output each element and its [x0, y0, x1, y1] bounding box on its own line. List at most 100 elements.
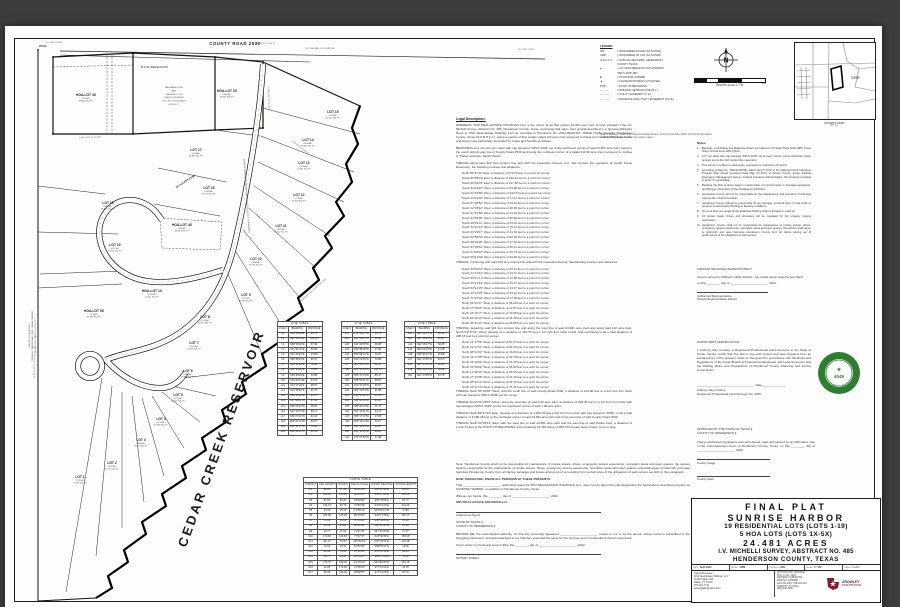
legend-row: — - - —= DRAINAGE AND UTILITY EASEMENT (… [600, 98, 732, 101]
lot-sqft: 36,122 SQ. FT. [274, 232, 288, 234]
water-district-block: TARRANT REGIONAL WATER DISTRICTArea is s… [697, 268, 811, 302]
scale-caption: GRAPHIC SCALE 1" = 60' [694, 85, 766, 87]
lot-label: HOA-LOT 5X [84, 309, 105, 313]
legend-row: — ·· —= BUILDING SETBACK LINE (B.L.) [600, 89, 732, 92]
cedar-creek-reservoir-label: CEDAR CREEK RESERVOIR [175, 328, 268, 549]
metes-bounds-call: South 40°29'47" West, a distance of 41.1… [462, 230, 632, 234]
note-text: Henderson County will not be responsible… [702, 202, 811, 209]
lot-sqft: 43,734 SQ. FT. [105, 469, 119, 471]
lot-label: HOA-LOT 2X [217, 89, 238, 93]
lot-sqft: 38,463 SQ. FT. [220, 97, 234, 99]
note-item: 4.According to Map No. 48213C0070E, date… [697, 169, 811, 183]
scale-tick: 120 [762, 83, 766, 85]
paragraph: That ______________________, authorized … [456, 483, 690, 491]
title-block-line: 24.481 ACRES [694, 539, 878, 549]
cell-label: Date [693, 566, 698, 569]
legend-symbol [600, 72, 617, 75]
table-cell: 28°48'55" [350, 571, 370, 576]
adjoining-owner-text: DOC. NO. 2015-0003670 [162, 101, 186, 103]
metes-bounds-call: North 27°13'58" West, a distance of 44.3… [462, 375, 632, 379]
lot-label: LOT 9 [241, 293, 251, 297]
table-row: C1765.38'130.00'28°48'55"S73°14'25"E63.7… [304, 571, 418, 576]
note-item: 6.Henderson County will not be responsib… [697, 193, 811, 200]
line-table-1: LINE TABLELINE #BEARINGDISTANCEL1S04°08'… [277, 321, 323, 436]
lot-sqft: 40,687 SQ. FT. [189, 156, 203, 158]
metes-bounds-call: South 38°42'12" West, a distance of 54.1… [462, 221, 632, 225]
metes-bounds-call: South 62°02'58" West, a distance of 132.… [462, 191, 632, 195]
paragraph: __________________________________ Date_… [697, 383, 811, 387]
metes-bounds-call: South 27°13'58" West, a distance of 44.3… [462, 211, 632, 215]
dedication-column: Note: Henderson County shall not be resp… [456, 462, 690, 560]
bearing-distance-label: S 89°37'44" E 665.41' [254, 43, 276, 45]
note-text: Henderson County will not be responsible… [702, 193, 811, 200]
metes-bounds-call: South 43°19'02" West, a distance of 74.2… [462, 196, 632, 200]
cell-label: Scale [806, 566, 812, 569]
metes-bounds-call: North 45°31'41" West, a distance of 26.8… [462, 321, 632, 325]
metes-bounds-call: South 71°27'32" West, a distance of 27.9… [462, 296, 632, 300]
note-item: 2.1/2" iron rebar with cap stamped "RPLS… [697, 155, 811, 162]
paragraph: THENCE North 89°37'44" East, passing at … [456, 411, 632, 419]
lot-label: LOT 15 [327, 110, 338, 114]
metes-bounds-call: South 21°14'25" West, a distance of 43.2… [462, 291, 632, 295]
paragraph: Given under my hand and seal of office t… [456, 543, 690, 547]
metes-bounds-call: South 85°58'19" East, a distance of 166.… [462, 176, 632, 180]
data-table: LINE TABLELINE #BEARINGDISTANCEL1S04°08'… [277, 321, 323, 436]
county-road-label: COUNTY ROAD 2530 [209, 41, 260, 46]
lot-label: LOT 17 [190, 148, 201, 152]
metes-bounds-call: South 55°17'17" West, a distance of 27.8… [462, 276, 632, 280]
table-cell: 81.31' [306, 430, 322, 435]
lot-sqft: 33,715 SQ. FT. [171, 401, 185, 403]
info-cell: Sheet1 of 1 [843, 565, 880, 570]
legend-symbol: — — — [600, 93, 617, 96]
table-cell: 63.72' [394, 571, 417, 576]
contour-line-label: APPROXIMATE 322' CONTOUR LINE [297, 278, 327, 306]
cell-label: Sheet [844, 566, 851, 569]
paragraph: THENCE South 00°29'57" West, along the w… [456, 400, 632, 408]
lot-sqft: 32,378 SQ. FT. [292, 201, 306, 203]
note-text: 1/2" iron rebar with cap stamped "RPLS 4… [702, 155, 811, 162]
title-block: FINAL PLATSUNRISE HARBOR19 RESIDENTIAL L… [691, 498, 881, 603]
metes-bounds-call: North 01°17'21" West, a distance of 52.2… [462, 345, 632, 349]
paragraph: THENCE North 89°14'02" West, with the so… [456, 389, 632, 397]
metes-bounds-call: South 80°54'03" East, a distance of 217.… [462, 181, 632, 185]
lot-label: LOT 4 [156, 417, 166, 421]
table-cell: L41 [342, 435, 353, 440]
pob-label: P.O.B. [39, 44, 47, 48]
cell-value: CBM [740, 566, 746, 569]
table-row: L41S71°27'32"W27.98' [342, 435, 387, 440]
cell-value: 1 of 1 [852, 566, 859, 569]
paragraph: Witness our hands, this ________ day of … [456, 494, 690, 498]
metes-bounds-call: South 31°12'18" West, a distance of 84.9… [462, 186, 632, 190]
lot-sqft: 48,063 SQ. FT. [175, 231, 189, 233]
owner-developer-block: Owner/Developer:SNU Real Estate Holdings… [692, 571, 775, 597]
notes-title: Notes: [697, 141, 811, 145]
lot-label: HOA-LOT 4X [172, 223, 193, 227]
lot-sqft: 38,843 SQ. FT. [181, 377, 195, 379]
bearing-distance-label: N 89°14'02" W 214.80' [79, 137, 102, 140]
paragraph: I, Anthony Ray Crowley, a Registered Pro… [697, 348, 811, 372]
paragraph: THENCE North 00°45'13" East, with the we… [456, 421, 632, 429]
metes-bounds-call: South 67°28'52" West, a distance of 63.2… [462, 201, 632, 205]
metes-bounds-call: North 12°48'42" West, a distance of 28.9… [462, 370, 632, 374]
data-table: LINE TABLELINE #BEARINGDISTANCEL42N61°23… [404, 321, 450, 379]
table-row: L20S40°38'12"W81.31' [278, 430, 323, 435]
adjoining-owner-text: O.P.R.H.C.T. [168, 104, 180, 106]
lot-sqft: 22,651 SQ. FT. [145, 297, 159, 299]
signature-line: County Clerk [697, 476, 770, 482]
bearing-distance-label: S 00°29'57" W 329.40' [267, 87, 270, 109]
bearing-distance-label: 1/2" IRF FOUND [46, 42, 63, 44]
note-text: According to Map No. 48213C0070E, dated … [702, 169, 811, 183]
info-cell: DateSept 2022 [692, 565, 730, 570]
metes-bounds-call: North 89°37'44" East, a distance of 272.… [462, 171, 632, 175]
metes-bounds-call: South 61°28'46" West, a distance of 36.7… [462, 250, 632, 254]
surveyor-contact-block: ANTHONY RAY CROWLEYR.P.L.S. NO. 4049CROW… [777, 572, 826, 596]
lot-sqft: 49,580 SQ. FT. [87, 317, 101, 319]
metes-bounds-call: North 68°42'23" West, a distance of 16.8… [462, 350, 632, 354]
note-text: This survey is subject to easements, cov… [702, 164, 811, 168]
lot-sqft: 39,944 SQ. FT. [108, 251, 122, 253]
bearing-distance-label: 1/2" CIRF "4049" [518, 49, 535, 51]
section-heading: Legal Description: [456, 117, 632, 121]
metes-bounds-call: North 27°45'05" West, a distance of 12.8… [462, 306, 632, 310]
note-item: 9.All private roads, drives and driveway… [697, 215, 811, 222]
paragraph: These subdivision regulations were intro… [697, 440, 815, 452]
